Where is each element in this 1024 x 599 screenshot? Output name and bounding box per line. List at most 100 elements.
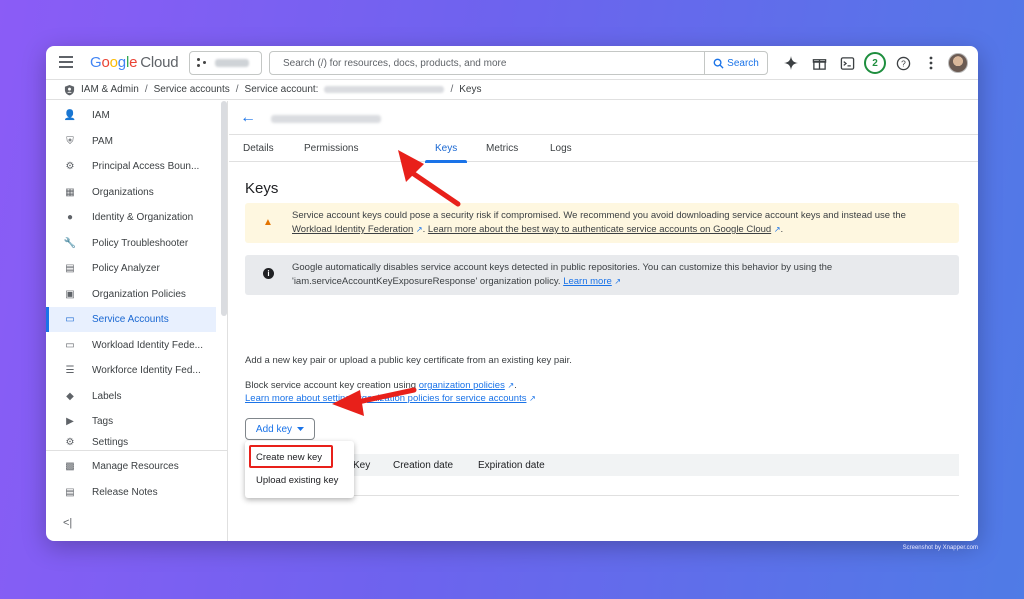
breadcrumb-iam-admin[interactable]: IAM & Admin [81, 84, 139, 95]
back-arrow-icon[interactable]: ← [240, 109, 256, 127]
sidebar-item-label: Labels [92, 390, 122, 402]
breadcrumb-keys: Keys [459, 84, 482, 95]
sidebar-item-organization-policies[interactable]: ▣ Organization Policies [46, 282, 216, 307]
sidebar-item-label: Manage Resources [92, 461, 179, 472]
column-creation-date: Creation date [393, 459, 454, 471]
sidebar-item-label: Organizations [92, 186, 154, 198]
sidebar-item-workload-identity-fede[interactable]: ▭ Workload Identity Fede... [46, 333, 216, 358]
menu-icon[interactable] [59, 56, 73, 68]
tab-details[interactable]: Details [243, 135, 274, 162]
learn-policies-row: Learn more about setting organization po… [245, 392, 536, 405]
notification-badge[interactable]: 2 [864, 52, 886, 74]
google-cloud-logo[interactable]: Google Cloud [90, 54, 179, 71]
learn-more-link[interactable]: Learn more [563, 276, 612, 287]
sidebar-item-label: Identity & Organization [92, 212, 194, 223]
svg-text:?: ? [901, 58, 906, 68]
search-icon [713, 58, 724, 69]
policy-icon: ⚙ [65, 161, 75, 172]
terminal-icon[interactable] [836, 52, 858, 74]
sidebar-item-service-accounts[interactable]: ▭ Service Accounts [46, 307, 216, 332]
sidebar-item-manage-resources[interactable]: ▩ Manage Resources [46, 454, 216, 479]
sidebar-item-label: Workload Identity Fede... [92, 339, 203, 351]
collapse-sidebar-icon[interactable]: <| [63, 517, 72, 529]
service-account-email-redacted [324, 86, 445, 93]
sidebar-item-release-notes[interactable]: ▤ Release Notes [46, 480, 216, 505]
block-key-creation-label: Block service account key creation using [245, 380, 419, 391]
sidebar-item-label: Release Notes [92, 487, 158, 498]
tab-logs[interactable]: Logs [550, 135, 572, 162]
info-banner: i Google automatically disables service … [245, 255, 959, 295]
breadcrumb-service-account[interactable]: Service account: [245, 84, 319, 95]
person-add-icon: 👤 [63, 110, 77, 121]
sidebar-item-policy-analyzer[interactable]: ▤ Policy Analyzer [46, 256, 216, 281]
learn-authenticate-link[interactable]: Learn more about the best way to authent… [428, 224, 771, 235]
sidebar-item-policy-troubleshooter[interactable]: 🔧 Policy Troubleshooter [46, 231, 216, 256]
external-link-icon: ↗ [773, 225, 781, 234]
sidebar-item-label: Settings [92, 436, 129, 448]
sidebar-item-label: Organization Policies [92, 288, 186, 300]
sidebar-item-tags[interactable]: ▶ Tags [46, 409, 216, 434]
sidebar-scrollbar[interactable] [221, 101, 227, 316]
release-notes-icon: ▤ [65, 487, 75, 498]
gemini-sparkle-icon[interactable] [780, 52, 802, 74]
sidebar-item-label: Policy Analyzer [92, 263, 160, 274]
external-link-icon: ↗ [415, 225, 423, 234]
info-text: Google automatically disables service ac… [292, 261, 945, 289]
project-icon [197, 58, 207, 68]
search-input[interactable] [270, 52, 704, 74]
article-icon: ▣ [65, 288, 75, 300]
tab-bar: Details Permissions Keys Metrics Logs [229, 135, 978, 163]
main-content: ← Details Permissions Keys Metrics Logs … [229, 101, 978, 541]
caret-down-icon [297, 427, 305, 431]
warning-icon: ▲ [263, 217, 273, 228]
breadcrumb-service-accounts[interactable]: Service accounts [154, 84, 230, 95]
document-search-icon: ▤ [65, 263, 75, 274]
sidebar-item-label: Workforce Identity Fed... [92, 365, 201, 376]
sidebar-item-labels[interactable]: ◆ Labels [46, 384, 216, 409]
sidebar-bottom [46, 450, 227, 451]
learn-org-policies-link[interactable]: Learn more about setting organization po… [245, 393, 526, 404]
sidebar-item-label: IAM [92, 110, 110, 121]
wrench-icon: 🔧 [63, 237, 77, 249]
sidebar-item-workforce-identity-fed[interactable]: ☰ Workforce Identity Fed... [46, 358, 216, 383]
column-key: Key [353, 459, 371, 471]
create-new-key-item[interactable]: Create new key [245, 446, 354, 468]
add-key-description: Add a new key pair or upload a public ke… [245, 355, 572, 366]
breadcrumb-separator: / [450, 84, 454, 95]
gift-icon[interactable] [808, 52, 830, 74]
sidebar-item-pam[interactable]: ⛨ PAM [46, 129, 216, 154]
sidebar-item-identity-organization[interactable]: ● Identity & Organization [46, 205, 216, 230]
badge-icon: ▭ [65, 339, 75, 351]
tab-metrics[interactable]: Metrics [486, 135, 518, 162]
title-row: ← [229, 101, 978, 135]
project-picker[interactable] [189, 51, 262, 75]
settings-icon: ⚙ [65, 436, 75, 448]
sidebar-item-principal-access-boun[interactable]: ⚙ Principal Access Boun... [46, 154, 216, 179]
sidebar-item-iam[interactable]: 👤 IAM [46, 103, 216, 128]
more-vert-icon[interactable] [920, 52, 942, 74]
avatar[interactable] [948, 53, 968, 73]
breadcrumb-separator: / [144, 84, 148, 95]
shield-icon [64, 84, 75, 95]
warning-text: Service account keys could pose a securi… [292, 210, 906, 235]
watermark: Screenshot by Xnapper.com [902, 545, 978, 551]
tab-permissions[interactable]: Permissions [304, 135, 358, 162]
help-icon[interactable]: ? [892, 52, 914, 74]
workload-identity-federation-link[interactable]: Workload Identity Federation [292, 224, 413, 235]
add-key-button[interactable]: Add key [245, 418, 315, 440]
tab-keys[interactable]: Keys [424, 135, 468, 163]
breadcrumb-separator: / [235, 84, 239, 95]
folder-icon: ▩ [65, 461, 75, 472]
sidebar-item-organizations[interactable]: ▦ Organizations [46, 180, 216, 205]
add-key-menu: Create new key Upload existing key [245, 441, 354, 498]
external-link-icon: ↗ [529, 394, 536, 403]
add-key-label: Add key [255, 423, 293, 435]
organization-policies-link[interactable]: organization policies [419, 380, 505, 391]
account-circle-icon: ● [66, 212, 74, 223]
warning-message: Service account keys could pose a securi… [292, 210, 906, 221]
upload-existing-key-item[interactable]: Upload existing key [245, 469, 354, 491]
top-bar: GoogleCloud Search 2 ? [46, 46, 978, 80]
sidebar-item-label: Tags [92, 416, 114, 427]
search-button[interactable]: Search [704, 52, 767, 74]
sidebar-item-settings[interactable]: ⚙ Settings [46, 435, 216, 449]
